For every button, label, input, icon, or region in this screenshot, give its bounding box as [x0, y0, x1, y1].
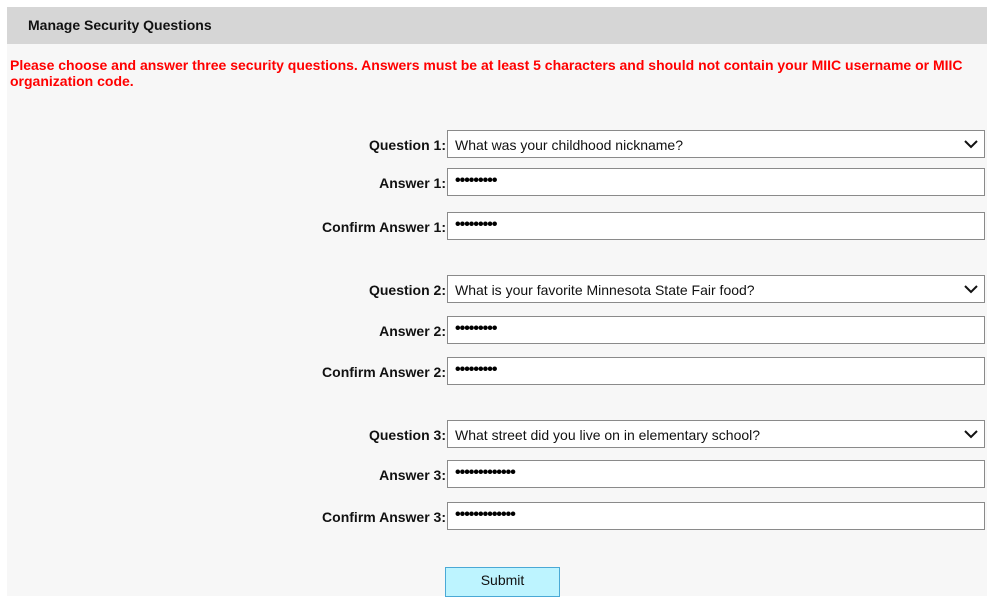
answer-1-field[interactable]: ••••••••• — [447, 168, 985, 196]
question-2-label: Question 2: — [368, 282, 446, 298]
confirm-answer-3-label: Confirm Answer 3: — [322, 509, 446, 525]
confirm-answer-2-label: Confirm Answer 2: — [322, 364, 446, 380]
panel-header: Manage Security Questions — [7, 7, 987, 44]
confirm-answer-3-row: Confirm Answer 3: ••••••••••••• — [7, 502, 987, 530]
question-1-selected-value: What was your childhood nickname? — [455, 137, 684, 153]
question-2-selected-value: What is your favorite Minnesota State Fa… — [455, 282, 755, 298]
answer-3-value: ••••••••••••• — [455, 464, 516, 481]
question-3-select[interactable]: What street did you live on in elementar… — [447, 420, 985, 448]
answer-2-row: Answer 2: ••••••••• — [7, 316, 987, 344]
confirm-answer-1-label: Confirm Answer 1: — [322, 219, 446, 235]
security-questions-panel: Manage Security Questions Please choose … — [7, 7, 987, 597]
answer-3-field[interactable]: ••••••••••••• — [447, 460, 985, 488]
answer-2-label: Answer 2: — [379, 323, 446, 339]
chevron-down-icon — [964, 430, 978, 439]
confirm-answer-1-row: Confirm Answer 1: ••••••••• — [7, 212, 987, 240]
confirm-answer-2-value: ••••••••• — [455, 361, 497, 378]
question-1-label: Question 1: — [368, 137, 446, 153]
question-2-select[interactable]: What is your favorite Minnesota State Fa… — [447, 275, 985, 303]
answer-1-label: Answer 1: — [379, 175, 446, 191]
question-3-selected-value: What street did you live on in elementar… — [455, 427, 761, 443]
answer-3-row: Answer 3: ••••••••••••• — [7, 460, 987, 488]
answer-1-value: ••••••••• — [455, 172, 497, 189]
question-3-row: Question 3: What street did you live on … — [7, 420, 987, 448]
answer-3-label: Answer 3: — [379, 467, 446, 483]
confirm-answer-3-field[interactable]: ••••••••••••• — [447, 502, 985, 530]
confirm-answer-2-field[interactable]: ••••••••• — [447, 357, 985, 385]
question-1-row: Question 1: What was your childhood nick… — [7, 130, 987, 158]
instructions-text: Please choose and answer three security … — [10, 57, 963, 89]
answer-2-field[interactable]: ••••••••• — [447, 316, 985, 344]
confirm-answer-1-field[interactable]: ••••••••• — [447, 212, 985, 240]
chevron-down-icon — [964, 140, 978, 149]
confirm-answer-2-row: Confirm Answer 2: ••••••••• — [7, 357, 987, 385]
question-1-select[interactable]: What was your childhood nickname? — [447, 130, 985, 158]
question-2-row: Question 2: What is your favorite Minnes… — [7, 275, 987, 303]
confirm-answer-1-value: ••••••••• — [455, 216, 497, 233]
submit-button[interactable]: Submit — [445, 567, 560, 597]
chevron-down-icon — [964, 285, 978, 294]
answer-2-value: ••••••••• — [455, 320, 497, 337]
question-3-label: Question 3: — [368, 427, 446, 443]
confirm-answer-3-value: ••••••••••••• — [455, 506, 516, 523]
page-title: Manage Security Questions — [28, 17, 212, 33]
answer-1-row: Answer 1: ••••••••• — [7, 168, 987, 196]
